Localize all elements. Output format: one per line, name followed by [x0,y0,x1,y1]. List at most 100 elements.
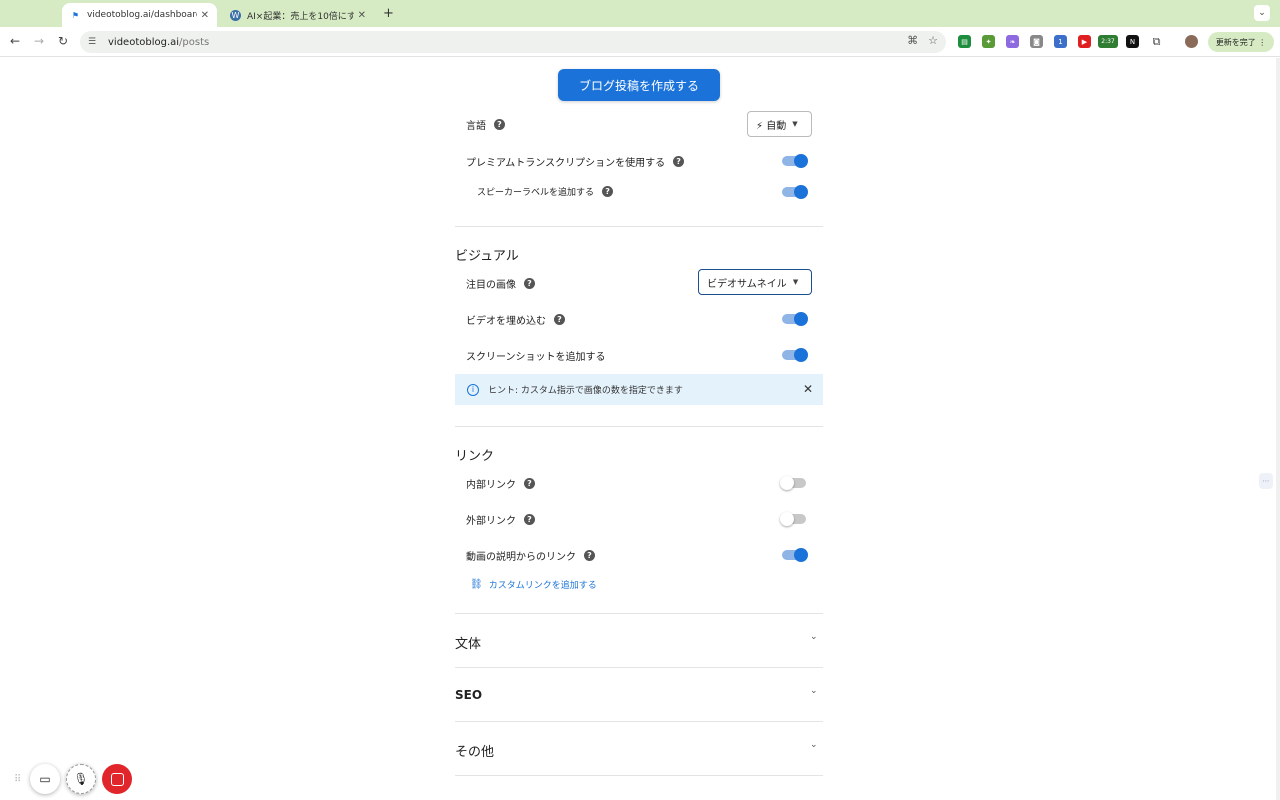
embed-video-label: ビデオを埋め込む [466,316,546,327]
style-section-title[interactable]: 文体 [455,633,481,652]
seo-section-title[interactable]: SEO [455,688,482,702]
divider [455,226,823,227]
profile-avatar[interactable] [1185,35,1198,48]
premium-label: プレミアムトランスクリプションを使用する [466,158,666,169]
chevron-down-icon[interactable]: ⌄ [810,686,818,696]
internal-links-setting: 内部リンク ? [466,476,535,491]
language-value: ⚡ 自動 [756,120,787,132]
stop-icon [110,772,124,786]
reload-icon[interactable]: ↻ [55,34,71,48]
help-icon[interactable]: ? [602,186,614,197]
create-blog-post-button[interactable]: ブログ投稿を作成する [558,69,720,101]
embed-video-toggle[interactable] [782,312,808,326]
tab-bar: ⚑ videotoblog.ai/dashboard ✕ W AI×起業：売上を… [0,0,1280,27]
forward-icon[interactable]: → [31,34,47,48]
help-icon[interactable]: ? [524,278,535,289]
caret-down-icon: ▼ [792,120,798,128]
help-icon[interactable]: ? [524,478,535,489]
extensions-puzzle-icon[interactable]: ⧉ [1150,35,1163,48]
divider [455,775,823,776]
featured-image-setting: 注目の画像 ? [466,276,535,291]
language-setting: 言語 ? [466,117,505,132]
tab-dashboard[interactable]: ⚑ videotoblog.ai/dashboard ✕ [62,3,217,27]
close-icon[interactable]: ✕ [803,382,813,396]
update-label: 更新を完了 [1215,37,1256,47]
divider [455,721,823,722]
tab-search-chevron-icon[interactable]: ⌄ [1254,5,1270,21]
featured-image-label: 注目の画像 [466,280,516,291]
update-browser-button[interactable]: 更新を完了 ⋮ [1208,32,1274,52]
internal-links-label: 内部リンク [466,480,516,491]
add-custom-link-button[interactable]: ⛓ カスタムリンクを追加する [470,578,597,591]
side-panel-handle-icon[interactable]: ⋯ [1259,473,1273,489]
page-content [0,58,1276,800]
premium-transcription-toggle[interactable] [782,154,808,168]
speaker-labels-toggle[interactable] [782,185,808,199]
divider [455,613,823,614]
site-settings-icon[interactable]: ☰ [88,37,100,47]
link-plus-icon: ⛓ [470,579,483,590]
microphone-icon[interactable]: 🎙 [66,764,96,794]
close-tab-icon[interactable]: ✕ [358,10,366,21]
divider [455,667,823,668]
translate-extension-icon[interactable]: 1 [1054,35,1067,48]
help-icon[interactable]: ? [673,156,685,167]
translate-icon[interactable]: ⌘ [907,34,918,47]
stop-recording-button[interactable] [102,764,132,794]
description-links-setting: 動画の説明からのリンク ? [466,548,595,563]
drag-handle-icon[interactable]: ⠿ [14,774,24,785]
screenshots-setting: スクリーンショットを追加する [466,348,606,363]
screenshots-label: スクリーンショットを追加する [466,352,606,363]
puzzle-extension-icon[interactable]: ✦ [982,35,995,48]
external-links-toggle[interactable] [780,512,806,526]
browser-toolbar: ← → ↻ ☰ videotoblog.ai/posts ⌘ ☆ ▤ ✦ ❧ ◙… [0,27,1280,57]
caret-down-icon: ▼ [792,278,799,286]
help-icon[interactable]: ? [494,119,505,130]
visual-section-title: ビジュアル [455,249,519,264]
youtube-extension-icon[interactable]: ▶ [1078,35,1091,48]
help-icon[interactable]: ? [584,550,595,561]
description-links-toggle[interactable] [782,548,808,562]
featured-image-select[interactable]: ビデオサムネイル ▼ [698,269,812,295]
language-label: 言語 [466,121,486,132]
other-section-title[interactable]: その他 [455,741,494,760]
close-tab-icon[interactable]: ✕ [201,10,209,21]
premium-transcription-setting: プレミアムトランスクリプションを使用する ? [466,154,685,169]
camera-icon[interactable]: ▭ [30,764,60,794]
divider [455,426,823,427]
timer-extension-icon[interactable]: 2:37 [1098,35,1118,48]
bookmark-star-icon[interactable]: ☆ [928,34,938,47]
timer-badge: 2:37 [1101,38,1115,45]
speaker-label: スピーカーラベルを追加する [477,188,595,198]
feather-extension-icon[interactable]: ❧ [1006,35,1019,48]
add-custom-link-label: カスタムリンクを追加する [488,581,597,591]
back-icon[interactable]: ← [7,34,23,48]
chevron-down-icon[interactable]: ⌄ [810,740,818,750]
scrollbar[interactable] [1276,58,1280,800]
notion-extension-icon[interactable]: N [1126,35,1139,48]
description-links-label: 動画の説明からのリンク [466,552,576,563]
external-links-label: 外部リンク [466,516,516,527]
embed-video-setting: ビデオを埋め込む ? [466,312,565,327]
language-select[interactable]: ⚡ 自動 ▼ [747,111,812,137]
recording-controls: ⠿ ▭ 🎙 [14,764,132,794]
info-icon: i [467,383,479,396]
wordpress-favicon-icon: W [230,9,241,21]
help-icon[interactable]: ? [554,314,565,325]
tab-title: AI×起業：売上を10倍にするチ… [247,11,354,22]
tab-wordpress[interactable]: W AI×起業：売上を10倍にするチ… ✕ [222,3,374,27]
help-icon[interactable]: ? [524,514,535,525]
internal-links-toggle[interactable] [780,476,806,490]
chevron-down-icon[interactable]: ⌄ [810,632,818,642]
new-tab-icon[interactable]: + [383,6,394,21]
camera-extension-icon[interactable]: ◙ [1030,35,1043,48]
url-host: videotoblog.ai [108,36,180,48]
speaker-labels-setting: スピーカーラベルを追加する ? [477,185,614,198]
url-path: /posts [179,36,210,48]
sheets-extension-icon[interactable]: ▤ [958,35,971,48]
screenshots-toggle[interactable] [782,348,808,362]
hint-text: ヒント: カスタム指示で画像の数を指定できます [488,386,683,396]
address-bar[interactable]: ☰ videotoblog.ai/posts ⌘ ☆ [80,31,946,53]
links-section-title: リンク [455,449,495,464]
videotoblog-favicon-icon: ⚑ [71,10,80,20]
